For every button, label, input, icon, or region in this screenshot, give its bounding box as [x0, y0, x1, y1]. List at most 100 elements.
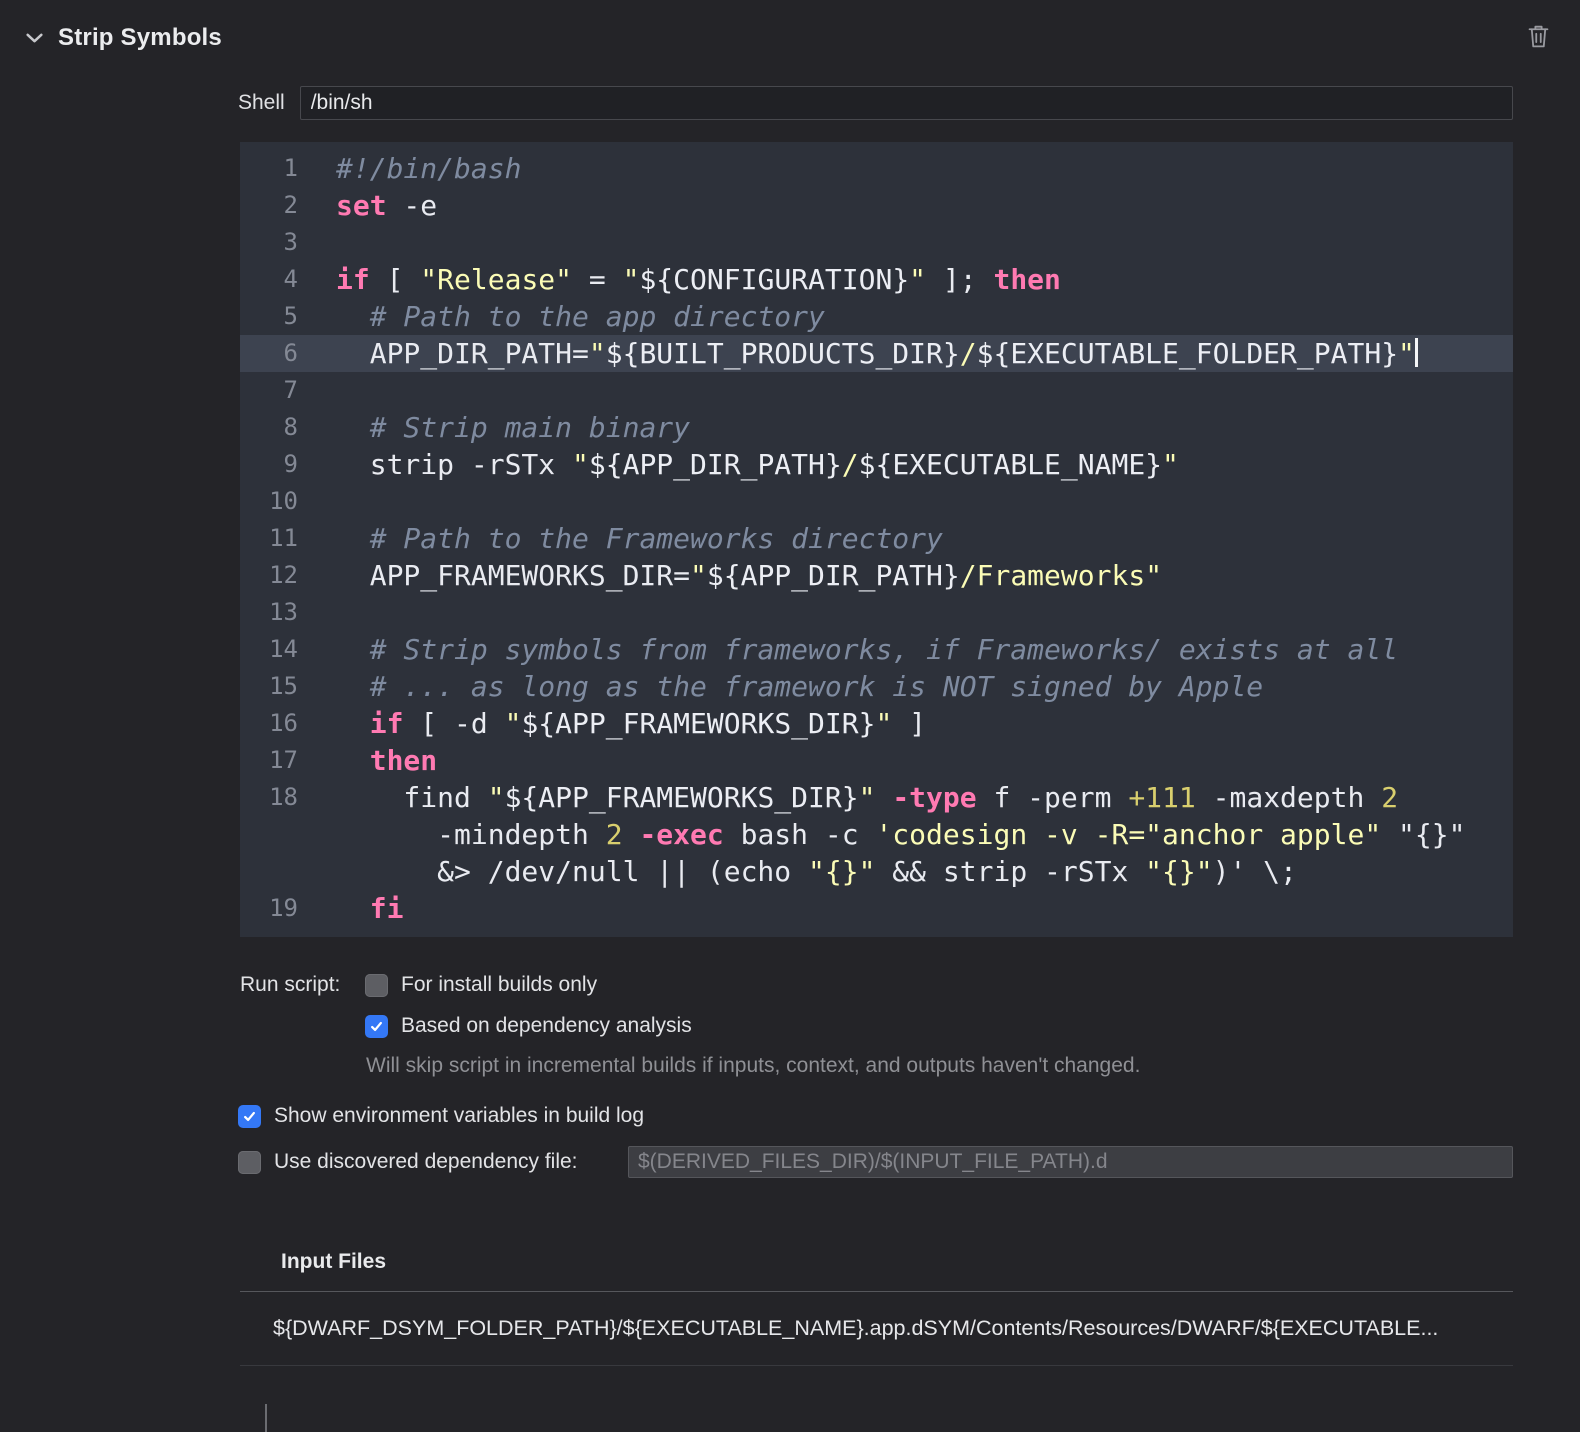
code-token: fi: [369, 892, 404, 925]
code-token: -e: [386, 189, 438, 222]
code-token: f -perm: [976, 781, 1129, 814]
dependency-analysis-row: Based on dependency analysis: [365, 1014, 1513, 1038]
code-text: then: [312, 742, 437, 779]
code-text: if [ "Release" = "${CONFIGURATION}" ]; t…: [312, 261, 1061, 298]
code-token: #!/bin/bash: [336, 152, 522, 185]
code-line[interactable]: 16 if [ -d "${APP_FRAMEWORKS_DIR}" ]: [240, 705, 1513, 742]
dependency-file-label: Use discovered dependency file:: [274, 1150, 578, 1173]
dependency-analysis-note: Will skip script in incremental builds i…: [366, 1054, 1141, 1077]
code-token: "{}": [808, 855, 876, 888]
code-token: ": [690, 559, 707, 592]
code-token: -type: [892, 781, 977, 814]
code-token: 'codesign -v -R="anchor apple": [875, 818, 1382, 851]
checkbox-based-on-dependency-analysis[interactable]: [365, 1014, 388, 1038]
run-script-row: Run script: For install builds only: [240, 973, 1513, 997]
code-line[interactable]: 9 strip -rSTx "${APP_DIR_PATH}/${EXECUTA…: [240, 446, 1513, 483]
line-number: [240, 816, 312, 853]
code-text: &> /dev/null || (echo "{}" && strip -rST…: [312, 853, 1297, 890]
code-token: bash -c: [723, 818, 876, 851]
code-token: ": [1398, 337, 1415, 370]
code-line[interactable]: 7: [240, 372, 1513, 409]
code-token: find: [336, 781, 488, 814]
code-token: if: [369, 707, 404, 740]
line-number: 18: [269, 783, 298, 811]
code-token: 2: [605, 818, 623, 851]
dependency-file-input[interactable]: [628, 1146, 1513, 1178]
page-title: Strip Symbols: [58, 24, 222, 51]
code-line[interactable]: 3: [240, 224, 1513, 261]
code-token: /Frameworks: [959, 559, 1146, 592]
code-token: APP_DIR_PATH=: [336, 337, 589, 370]
code-token: "{}": [1145, 855, 1213, 888]
line-number: 9: [283, 450, 298, 478]
code-line[interactable]: 6 APP_DIR_PATH="${BUILT_PRODUCTS_DIR}/${…: [240, 335, 1513, 372]
code-line[interactable]: 12 APP_FRAMEWORKS_DIR="${APP_DIR_PATH}/F…: [240, 557, 1513, 594]
checkbox-show-environment-variables[interactable]: [238, 1104, 261, 1128]
input-files-rows: ${DWARF_DSYM_FOLDER_PATH}/${EXECUTABLE_N…: [240, 1316, 1513, 1341]
code-line[interactable]: 13: [240, 594, 1513, 631]
code-token: /: [841, 448, 859, 481]
line-number: 10: [269, 487, 298, 515]
line-number: 13: [269, 598, 298, 626]
code-token: ": [572, 448, 589, 481]
script-editor[interactable]: 1 #!/bin/bash 2 set -e 3 4 if [ "Release" = "$…: [240, 142, 1513, 937]
code-token: ": [1145, 559, 1163, 592]
code-text: # Path to the Frameworks directory: [312, 520, 943, 557]
code-text: fi: [312, 890, 404, 927]
for-install-builds-only-label: For install builds only: [401, 973, 598, 996]
code-line[interactable]: 5 # Path to the app directory: [240, 298, 1513, 335]
code-line[interactable]: 4 if [ "Release" = "${CONFIGURATION}" ]; …: [240, 261, 1513, 298]
input-files-separator: [240, 1291, 1513, 1292]
shell-row: Shell: [238, 86, 1513, 120]
code-token: then: [993, 263, 1061, 296]
shell-label: Shell: [238, 91, 285, 114]
code-line[interactable]: 11 # Path to the Frameworks directory: [240, 520, 1513, 557]
code-line[interactable]: 17 then: [240, 742, 1513, 779]
code-token: ": [588, 337, 606, 370]
code-line[interactable]: 19 fi: [240, 890, 1513, 927]
line-number: 16: [269, 709, 298, 737]
dependency-analysis-label: Based on dependency analysis: [401, 1014, 692, 1037]
line-number: 17: [269, 746, 298, 774]
line-number: 12: [269, 561, 298, 589]
code-token: &> /dev/null || (echo: [336, 855, 809, 888]
code-line[interactable]: 15 # ... as long as the framework is NOT…: [240, 668, 1513, 705]
line-number: 2: [283, 191, 298, 219]
code-token: APP_FRAMEWORKS_DIR=: [336, 559, 691, 592]
code-line[interactable]: 8 # Strip main binary: [240, 409, 1513, 446]
code-line[interactable]: 18 find "${APP_FRAMEWORKS_DIR}" -type f …: [240, 779, 1513, 816]
code-line[interactable]: &> /dev/null || (echo "{}" && strip -rST…: [240, 853, 1513, 890]
code-text: find "${APP_FRAMEWORKS_DIR}" -type f -pe…: [312, 779, 1398, 816]
show-environment-variables-label: Show environment variables in build log: [274, 1104, 645, 1127]
code-token: [ -d: [403, 707, 505, 740]
code-line[interactable]: 2 set -e: [240, 187, 1513, 224]
line-number: 7: [283, 376, 298, 404]
input-files-title: Input Files: [281, 1250, 386, 1273]
chevron-down-icon[interactable]: [25, 32, 44, 44]
code-text: set -e: [312, 187, 437, 224]
code-line[interactable]: 14 # Strip symbols from frameworks, if F…: [240, 631, 1513, 668]
code-text: # Strip main binary: [312, 409, 690, 446]
code-token: 2: [1381, 781, 1399, 814]
code-token: ": [487, 781, 505, 814]
code-line[interactable]: -mindepth 2 -exec bash -c 'codesign -v -…: [240, 816, 1513, 853]
code-token: # ... as long as the framework is NOT si…: [369, 670, 1264, 703]
code-line[interactable]: 1 #!/bin/bash: [240, 150, 1513, 187]
code-line[interactable]: 10: [240, 483, 1513, 520]
checkbox-use-discovered-dependency-file[interactable]: [238, 1150, 261, 1174]
code-area: 1 #!/bin/bash 2 set -e 3 4 if [ "Release" = "$…: [240, 150, 1513, 927]
shell-input[interactable]: [299, 86, 1513, 120]
trash-icon[interactable]: [1525, 22, 1552, 50]
line-number: 19: [269, 894, 298, 922]
code-token: "{}": [1381, 818, 1466, 851]
checkbox-for-install-builds-only[interactable]: [365, 973, 388, 997]
input-file-row[interactable]: ${DWARF_DSYM_FOLDER_PATH}/${EXECUTABLE_N…: [273, 1316, 1513, 1341]
code-token: ${APP_FRAMEWORKS_DIR}: [521, 707, 876, 740]
